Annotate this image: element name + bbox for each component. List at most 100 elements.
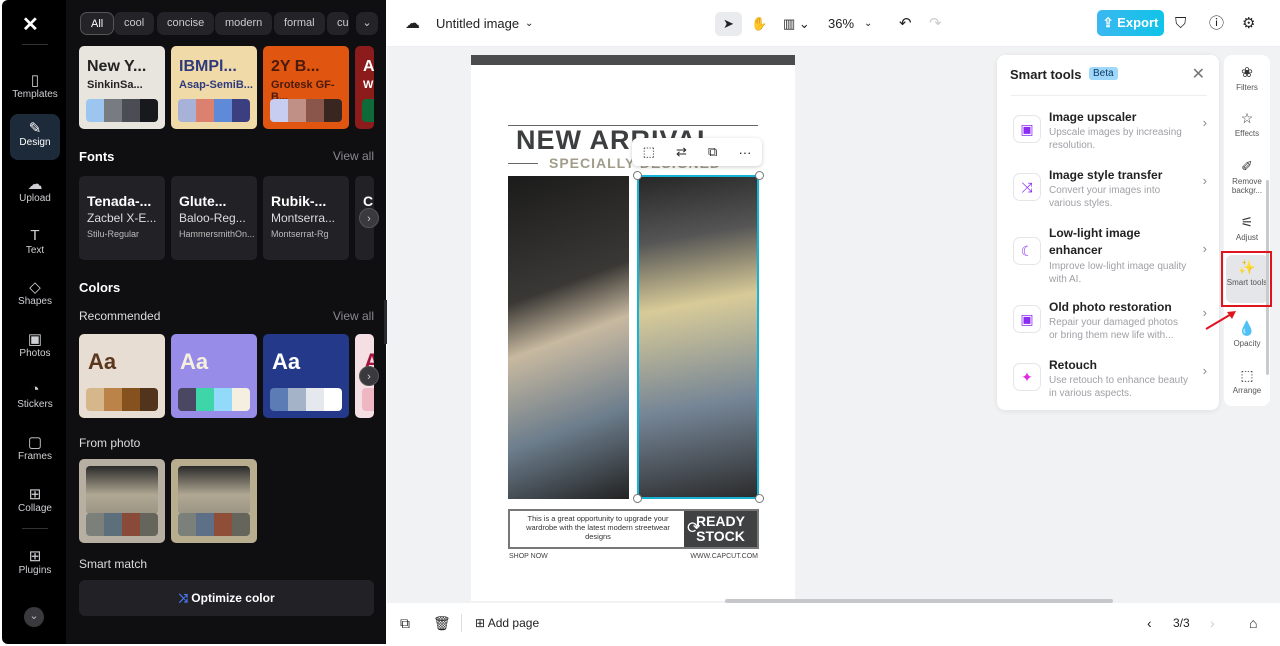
photo-palette-card[interactable] [171, 459, 257, 543]
resize-handle[interactable] [633, 171, 642, 180]
right-rail-arrange[interactable]: ⬚ Arrange [1226, 367, 1268, 395]
rail-item-upload[interactable]: ☁ Upload [10, 170, 60, 216]
smart-tool-retouch[interactable]: ✦ Retouch Use retouch to enhance beauty in… [1011, 355, 1211, 411]
swatch [362, 99, 374, 122]
smart-tool-title: Image style transfer [1049, 168, 1163, 182]
palette-swatches [86, 99, 158, 122]
filter-chip[interactable]: cool [114, 12, 155, 35]
filter-chip[interactable]: concise [157, 12, 215, 35]
rail-item-frames[interactable]: ▢ Frames [10, 428, 60, 474]
resize-handle[interactable] [633, 494, 642, 503]
add-page-button[interactable]: ⊞ Add page [475, 616, 539, 630]
photo-left[interactable] [508, 176, 629, 499]
optimize-color-button[interactable]: ⤨ Optimize color [79, 580, 374, 616]
rail-item-collage[interactable]: ⊞ Collage [10, 480, 60, 526]
rotate-handle-icon[interactable]: ⟳ [687, 518, 700, 538]
theme-card[interactable]: An W [355, 46, 374, 129]
font-card[interactable]: Tenada-... Zacbel X-E... Stilu-Regular [79, 176, 165, 260]
smart-tool-old-photo-restoration[interactable]: ▣ Old photo restoration Repair your damage… [1011, 297, 1211, 353]
right-rail-remove-backgr-[interactable]: ✐ Remove backgr... [1226, 158, 1268, 195]
cloud-save-icon[interactable]: ☁ [405, 12, 420, 36]
right-rail-adjust[interactable]: ⚟ Adjust [1226, 214, 1268, 242]
layers-icon[interactable]: ⌂ [1249, 615, 1257, 631]
prev-page-icon[interactable]: ‹ [1147, 615, 1152, 631]
rail-item-label: Templates [12, 89, 58, 100]
close-icon[interactable]: ✕ [1192, 64, 1205, 84]
zoom-chevron-down-icon[interactable]: ⌄ [864, 12, 872, 36]
annotation-arrow-icon [1205, 311, 1236, 330]
more-options-icon[interactable]: ··· [738, 145, 751, 160]
next-page-icon[interactable]: › [1210, 615, 1215, 631]
color-palette-card[interactable]: Aa [263, 334, 349, 418]
fonts-next-button[interactable]: › [359, 208, 379, 228]
document-title[interactable]: Untitled image [436, 12, 519, 36]
resize-handle[interactable] [755, 171, 764, 180]
smart-tool-icon: ☾ [1013, 237, 1041, 265]
redo-icon[interactable]: ↷ [929, 12, 942, 36]
rail-item-shapes[interactable]: ◇ Shapes [10, 273, 60, 319]
filter-chip[interactable]: modern [215, 12, 273, 35]
resize-handle[interactable] [755, 494, 764, 503]
trash-icon[interactable]: 🗑 [433, 615, 451, 632]
page-duplicate-icon[interactable]: ⧉ [400, 615, 410, 632]
hand-tool-icon[interactable]: ✋ [751, 12, 767, 36]
swatch [104, 513, 122, 536]
colors-next-button[interactable]: › [359, 366, 379, 386]
more-button[interactable]: ⌄ [24, 607, 44, 627]
shuffle-icon: ⤨ [178, 591, 192, 605]
help-icon[interactable]: ⓘ [1209, 12, 1224, 36]
duplicate-icon[interactable]: ⧉ [708, 144, 717, 160]
title-chevron-down-icon[interactable]: ⌄ [525, 12, 533, 36]
font-card[interactable]: Rubik-... Montserra... Montserrat-Rg [263, 176, 349, 260]
swatch [122, 513, 140, 536]
filter-chip[interactable]: formal [274, 12, 325, 35]
rail-item-templates[interactable]: ▯ Templates [10, 66, 60, 112]
divider [22, 44, 48, 45]
selection-box[interactable] [637, 175, 759, 499]
rail-item-design[interactable]: ✎ Design [10, 114, 60, 160]
smart-tool-icon: ⤨ [1013, 173, 1041, 201]
undo-icon[interactable]: ↶ [899, 12, 912, 36]
rail-item-plugins[interactable]: ⊞ Plugins [10, 542, 60, 588]
layout-icon[interactable]: ▥ ⌄ [783, 12, 810, 36]
capcut-logo-icon[interactable]: ✕ [22, 12, 39, 37]
rail-item-photos[interactable]: ▣ Photos [10, 325, 60, 371]
zoom-level[interactable]: 36% [828, 12, 854, 36]
swatch [122, 388, 140, 411]
fonts-view-all-link[interactable]: View all [333, 149, 374, 163]
smart-tool-title: Low-light image enhancer [1049, 226, 1141, 257]
color-palette-card[interactable]: Aa [171, 334, 257, 418]
smart-tool-image-upscaler[interactable]: ▣ Image upscaler Upscale images by increas… [1011, 107, 1211, 163]
photo-palette-card[interactable] [79, 459, 165, 543]
swatch [232, 99, 250, 122]
filter-chip[interactable]: cu [327, 12, 349, 35]
divider [1011, 95, 1207, 96]
theme-card[interactable]: 2Y B... Grotesk GF-B... [263, 46, 349, 129]
collage-icon: ⊞ [28, 486, 42, 503]
palette-swatches [178, 99, 250, 122]
palette-swatches [178, 513, 250, 536]
smart-tool-low-light-image-enhancer[interactable]: ☾ Low-light image enhancer Improve low-lig… [1011, 223, 1211, 285]
theme-card[interactable]: IBMPl... Asap-SemiB... [171, 46, 257, 129]
smart-tool-image-style-transfer[interactable]: ⤨ Image style transfer Convert your images… [1011, 165, 1211, 221]
theme-card[interactable]: New Y... SinkinSa... [79, 46, 165, 129]
right-rail-effects[interactable]: ☆ Effects [1226, 110, 1268, 138]
settings-gear-icon[interactable]: ⚙ [1242, 12, 1255, 36]
color-palette-card[interactable]: Aa [79, 334, 165, 418]
font-name: Montserrat-Rg [271, 229, 329, 239]
export-button[interactable]: ⇪ Export [1097, 10, 1164, 36]
replace-icon[interactable]: ⇄ [676, 144, 687, 160]
chips-expand-button[interactable]: ⌄ [356, 12, 378, 35]
filter-chip[interactable]: All [80, 12, 115, 35]
shield-icon[interactable]: ⛉ [1175, 12, 1186, 36]
font-card[interactable]: Glute... Baloo-Reg... HammersmithOn... [171, 176, 257, 260]
rail-item-stickers[interactable]: ◔ Stickers [10, 376, 60, 422]
rail-item-text[interactable]: T Text [10, 222, 60, 268]
right-rail-label: Remove backgr... [1231, 177, 1263, 195]
swatch [270, 99, 288, 122]
right-rail-filters[interactable]: ❀ Filters [1226, 64, 1268, 92]
adjust-icon: ⚟ [1240, 214, 1254, 230]
colors-view-all-link[interactable]: View all [333, 309, 374, 323]
crop-icon[interactable]: ⬚ [643, 144, 655, 160]
select-tool-icon[interactable]: ➤ [715, 12, 742, 36]
